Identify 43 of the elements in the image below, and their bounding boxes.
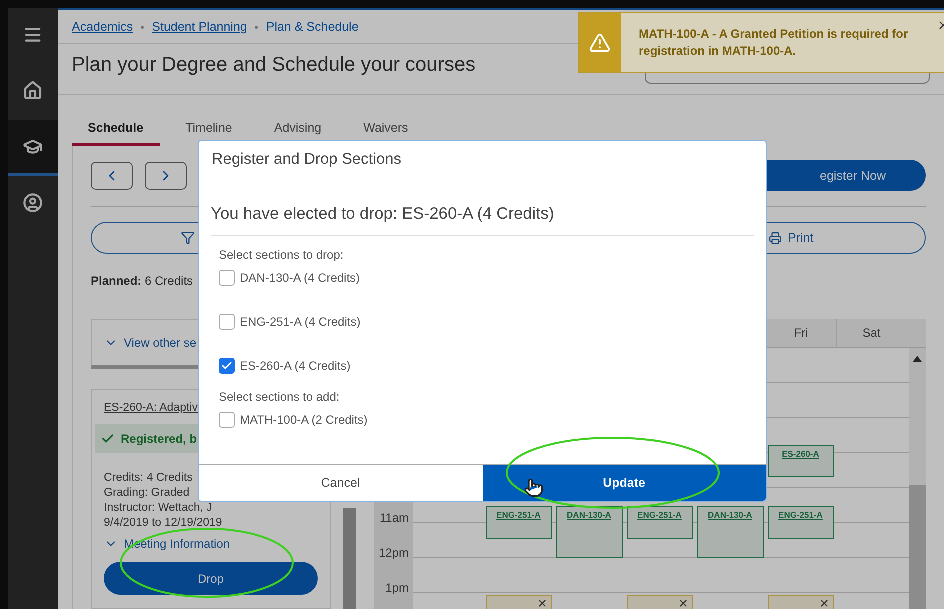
event-link[interactable]: ENG-251-A [778, 510, 823, 538]
tab[interactable]: Advising [258, 121, 338, 146]
checkbox-label[interactable]: ES-260-A (4 Credits) [240, 359, 351, 373]
tab[interactable]: Timeline [170, 121, 248, 146]
breadcrumb: Plan & Schedule [266, 20, 359, 34]
section-heading: Select sections to add: [219, 390, 341, 404]
course-detail: Grading: Graded [104, 486, 191, 501]
time-label: 11am [380, 510, 409, 524]
time-label: 12pm [378, 546, 409, 560]
view-other-link[interactable]: View other se [104, 336, 196, 350]
status-text: Registered, b [121, 432, 198, 446]
page-title: Plan your Degree and Schedule your courses [72, 54, 476, 77]
course-event[interactable]: DAN-130-A [556, 506, 622, 558]
checkbox-label[interactable]: DAN-130-A (4 Credits) [240, 271, 360, 285]
section-heading: Select sections to drop: [219, 248, 345, 262]
course-event[interactable]: DAN-130-A [697, 506, 764, 558]
breadcrumb[interactable]: Student Planning [152, 20, 248, 34]
course-title-link[interactable]: ES-260-A: Adaptiv [104, 402, 198, 414]
time-label: 1pm [386, 580, 409, 594]
dialog-title: Register and Drop Sections [211, 150, 403, 170]
event-link[interactable]: DAN-130-A [567, 510, 612, 557]
course-detail: 9/4/2019 to 12/19/2019 [104, 516, 224, 531]
course-event[interactable]: ES-260-A [768, 445, 834, 478]
breadcrumb[interactable]: Academics [72, 20, 134, 34]
event-link[interactable]: ENG-251-A [496, 510, 541, 538]
checkbox-label[interactable]: ENG-251-A (4 Credits) [240, 315, 361, 329]
planned-credits: Planned: 6 Credits [91, 274, 194, 288]
day-header: Sat [836, 319, 906, 347]
tab[interactable]: Waivers [348, 121, 424, 146]
event-link[interactable]: ENG-251-A [638, 510, 682, 538]
toast-message: MATH-100-A - A Granted Petition is required for registration in MATH-100-A. [639, 26, 910, 60]
tab[interactable]: Schedule [72, 121, 160, 146]
checkbox-label[interactable]: MATH-100-A (2 Credits) [240, 413, 368, 427]
dialog-summary: You have elected to drop: ES-260-A (4 Credits) [211, 205, 754, 236]
course-detail: Credits: 4 Credits [104, 471, 194, 486]
drop-button[interactable]: Drop [104, 562, 318, 595]
course-event[interactable]: ENG-251-A [486, 506, 552, 539]
course-event[interactable]: ENG-251-A [768, 506, 834, 539]
update-button[interactable]: Update [482, 465, 766, 501]
course-event[interactable]: ENG-251-A [626, 506, 693, 539]
course-detail: Instructor: Wettach, J [104, 501, 214, 516]
event-link[interactable]: ES-260-A [782, 449, 820, 476]
event-link[interactable]: DAN-130-A [708, 510, 752, 557]
